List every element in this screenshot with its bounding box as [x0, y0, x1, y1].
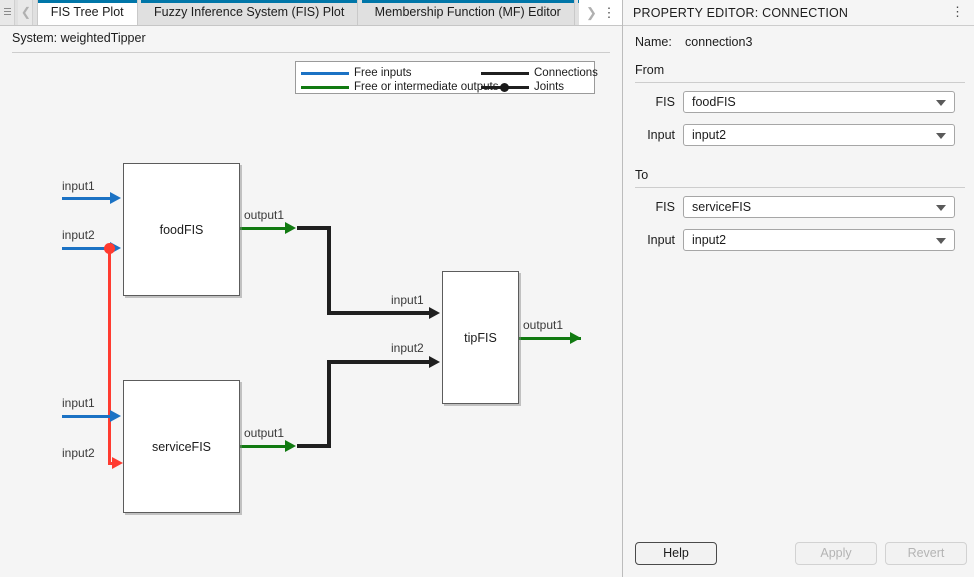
kebab-menu-icon[interactable]: ⋮: [602, 0, 616, 25]
legend-swatch-connections: [481, 72, 529, 75]
chevron-down-icon: [936, 100, 946, 106]
wire-service-output1: [240, 445, 290, 448]
fis-block-label-servicefis: serviceFIS: [151, 439, 212, 454]
system-divider: [12, 52, 610, 53]
legend-box: Free inputs Free or intermediate outputs…: [295, 61, 598, 94]
tab-mf-editor[interactable]: Membership Function (MF) Editor: [361, 0, 575, 25]
arrowhead-food-input1: [110, 192, 121, 204]
tab-fis-plot[interactable]: Fuzzy Inference System (FIS) Plot: [140, 0, 359, 25]
wire-service-to-tip-h2[interactable]: [327, 360, 432, 364]
tab-scroll-left-button[interactable]: ❮: [18, 0, 34, 25]
joint-dot-connection3[interactable]: [104, 243, 115, 254]
arrowhead-service-input1: [110, 410, 121, 422]
arrowhead-tip-input2: [429, 356, 440, 368]
property-editor-panel: PROPERTY EDITOR: CONNECTION ⋮ Name: conn…: [622, 0, 974, 577]
port-label-service-output1: output1: [244, 426, 285, 440]
legend-label-free-inputs: Free inputs: [354, 67, 412, 79]
from-input-value: input2: [692, 128, 727, 142]
from-fis-label: FIS: [655, 95, 675, 109]
fis-block-foodfis[interactable]: foodFIS: [123, 163, 240, 296]
from-input-label: Input: [647, 128, 675, 142]
port-label-food-input1: input1: [62, 179, 95, 193]
panel-menu-button[interactable]: [0, 0, 15, 25]
to-fis-value: serviceFIS: [692, 200, 752, 214]
to-fis-dropdown[interactable]: serviceFIS: [683, 196, 955, 218]
chevron-left-icon: ❮: [20, 5, 31, 19]
fis-block-tipfis[interactable]: tipFIS: [442, 271, 519, 404]
port-label-tip-input2: input2: [391, 341, 424, 355]
port-label-food-output1: output1: [244, 208, 285, 222]
chevron-down-icon: [936, 133, 946, 139]
wire-food-to-tip-h1[interactable]: [297, 226, 331, 230]
arrowhead-service-output1: [285, 440, 296, 452]
from-fis-dropdown[interactable]: foodFIS: [683, 91, 955, 113]
wire-food-to-tip-v[interactable]: [327, 226, 331, 315]
legend-joint-dot-icon: [500, 83, 509, 92]
property-editor-title: PROPERTY EDITOR: CONNECTION: [633, 6, 849, 20]
arrowhead-tip-output1: [570, 332, 581, 344]
port-label-food-input2: input2: [62, 228, 95, 242]
kebab-menu-icon[interactable]: ⋮: [951, 4, 964, 20]
legend-swatch-free-outputs: [301, 86, 349, 89]
system-name-label: System: weightedTipper: [12, 31, 146, 45]
to-input-label: Input: [647, 233, 675, 247]
section-title-to: To: [635, 168, 649, 182]
connection-name-label: Name:: [635, 35, 672, 49]
system-header: System: weightedTipper: [0, 26, 622, 53]
tab-overflow-area: ❯ ⋮: [579, 0, 622, 25]
port-label-service-input2: input2: [62, 446, 95, 460]
section-title-from: From: [635, 63, 665, 77]
legend-label-connections: Connections: [534, 67, 598, 79]
wire-service-input1: [62, 415, 114, 418]
fis-tree-plot-panel: ❮ FIS Tree Plot Fuzzy Inference System (…: [0, 0, 622, 577]
legend-entry-free-inputs: Free inputs: [301, 66, 436, 80]
port-label-tip-input1: input1: [391, 293, 424, 307]
legend-entry-free-outputs: Free or intermediate outputs: [301, 80, 498, 94]
to-fis-label: FIS: [655, 200, 675, 214]
to-input-dropdown[interactable]: input2: [683, 229, 955, 251]
port-label-service-input1: input1: [62, 396, 95, 410]
arrowhead-food-output1: [285, 222, 296, 234]
from-input-dropdown[interactable]: input2: [683, 124, 955, 146]
connection-name-value: connection3: [685, 35, 753, 49]
section-divider-from: [635, 82, 965, 83]
property-editor-header: PROPERTY EDITOR: CONNECTION ⋮: [623, 0, 974, 26]
fis-tree-canvas[interactable]: Free inputs Free or intermediate outputs…: [0, 54, 622, 577]
chevron-down-icon: [936, 238, 946, 244]
tab-strip: ❮ FIS Tree Plot Fuzzy Inference System (…: [0, 0, 622, 26]
section-divider-to: [635, 187, 965, 188]
wire-food-output1: [240, 227, 290, 230]
fis-block-servicefis[interactable]: serviceFIS: [123, 380, 240, 513]
chevron-right-icon[interactable]: ❯: [583, 0, 600, 25]
wire-service-to-tip-h1[interactable]: [297, 444, 331, 448]
fuzzy-logic-designer-window: ❮ FIS Tree Plot Fuzzy Inference System (…: [0, 0, 974, 577]
wire-service-to-tip-v[interactable]: [327, 360, 331, 448]
arrowhead-tip-input1: [429, 307, 440, 319]
wire-connection3-vertical[interactable]: [108, 250, 111, 465]
apply-button: Apply: [795, 542, 877, 565]
legend-label-free-outputs: Free or intermediate outputs: [354, 81, 499, 93]
legend-swatch-free-inputs: [301, 72, 349, 75]
fis-block-label-foodfis: foodFIS: [159, 222, 204, 237]
wire-food-input1: [62, 197, 114, 200]
arrowhead-connection3: [112, 457, 123, 469]
help-button[interactable]: Help: [635, 542, 717, 565]
legend-entry-joints: Joints: [481, 80, 596, 94]
chevron-down-icon: [936, 205, 946, 211]
revert-button: Revert: [885, 542, 967, 565]
hamburger-icon: [4, 8, 11, 15]
port-label-tip-output1: output1: [523, 318, 564, 332]
fis-block-label-tipfis: tipFIS: [464, 330, 497, 345]
legend-label-joints: Joints: [534, 81, 565, 93]
wire-food-to-tip-h2[interactable]: [327, 311, 432, 315]
from-fis-value: foodFIS: [692, 95, 736, 109]
to-input-value: input2: [692, 233, 727, 247]
tab-fis-tree-plot[interactable]: FIS Tree Plot: [36, 0, 138, 25]
legend-entry-connections: Connections: [481, 66, 598, 80]
